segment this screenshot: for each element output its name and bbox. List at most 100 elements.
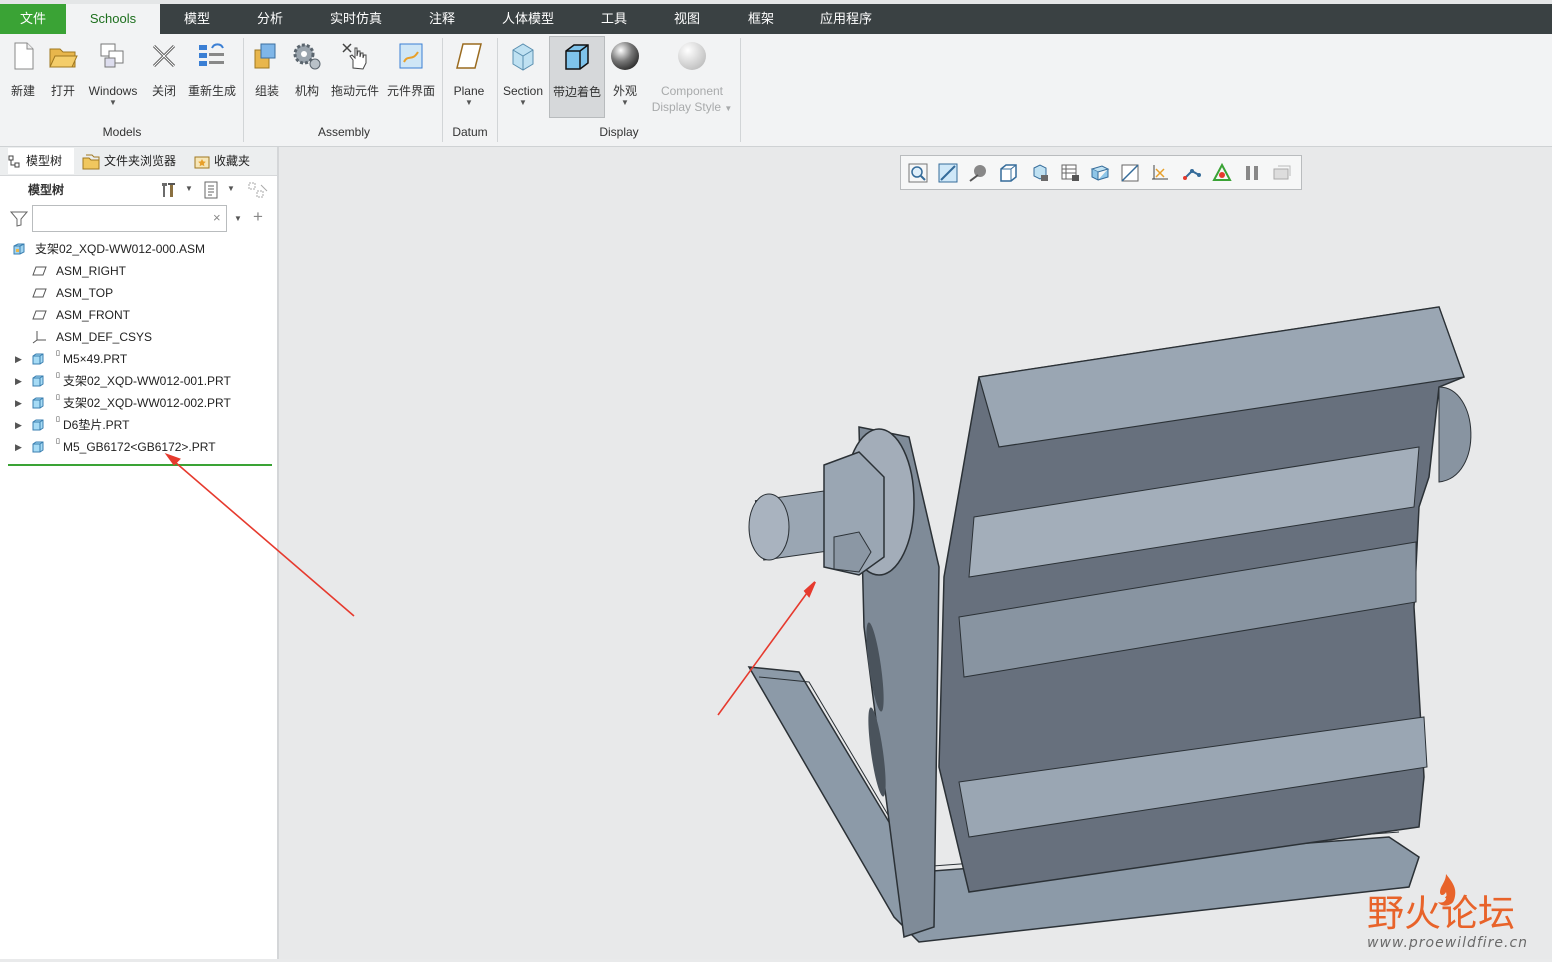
windows-icon [100,43,124,68]
placed-marker-icon: ▯ [56,350,60,357]
tree-item-label: ASM_TOP [56,286,114,300]
menu-simulate[interactable]: 实时仿真 [318,4,394,34]
new-file-icon [14,42,34,70]
menu-tools[interactable]: 工具 [586,4,642,34]
search-dropdown-icon[interactable]: ▼ [234,214,242,223]
zoom-in-icon[interactable] [938,163,958,183]
tab-model-tree[interactable]: 模型树 [8,148,74,174]
ribbon-separator [740,38,741,142]
menu-view[interactable]: 视图 [659,4,715,34]
expand-arrow-icon[interactable]: ▶ [15,414,22,436]
graphics-viewport[interactable]: 野火论坛 www.proewildfire.cn [279,147,1552,959]
saved-orientations-icon[interactable] [1030,163,1050,183]
part-icon [32,375,44,387]
render-triangle-icon[interactable] [1212,163,1232,183]
tab-favorites-label: 收藏夹 [214,154,251,168]
mechanism-gear-icon [293,43,321,70]
section-icon [512,43,534,71]
watermark-title-text: 野火论坛 [1367,892,1515,935]
section-label: Section [502,84,544,98]
tree-show-dropdown-icon[interactable]: ▼ [227,184,235,193]
regenerate-label: 重新生成 [187,84,236,98]
plane-dropdown-icon: ▼ [465,98,473,107]
component-interface-icon [399,43,423,69]
model-tree-icon [8,155,20,168]
expand-arrow-icon[interactable]: ▶ [15,370,22,392]
assemble-button[interactable]: 组装 [248,36,286,136]
add-filter-icon[interactable]: + [253,207,263,227]
component-display-style-button[interactable]: Component Display Style ▼ [648,36,736,136]
expand-arrow-icon[interactable]: ▶ [15,392,22,414]
tree-search-input[interactable] [32,205,227,232]
menu-framework[interactable]: 框架 [733,4,789,34]
menu-schools[interactable]: Schools [66,4,160,34]
mechanism-label: 机构 [294,84,319,98]
appearance-button[interactable]: 外观 ▼ [606,36,644,136]
pause-icon[interactable] [1242,163,1262,183]
expand-arrow-icon[interactable]: ▶ [15,348,22,370]
close-window-icon [152,44,176,68]
menu-annotate[interactable]: 注释 [414,4,470,34]
tree-show-icon[interactable] [203,181,219,199]
open-label: 打开 [50,84,75,98]
assembly-icon [13,243,25,255]
component-interface-button[interactable]: 元件界面 [384,36,438,136]
annotation-display-icon[interactable] [1182,163,1202,183]
open-button[interactable]: 打开 [44,36,82,136]
tab-model-tree-label: 模型树 [26,154,63,168]
repaint-icon[interactable] [998,163,1018,183]
clear-search-icon[interactable]: × [213,210,221,225]
tree-settings-dropdown-icon[interactable]: ▼ [185,184,193,193]
watermark-title: 野火论坛 [1367,894,1515,934]
menu-analysis[interactable]: 分析 [243,4,297,34]
datum-group-label: Datum [452,125,488,139]
expand-arrow-icon[interactable]: ▶ [15,436,22,458]
regenerate-icon [199,43,224,66]
filter-funnel-icon[interactable] [10,211,28,227]
tree-item-label: ASM_DEF_CSYS [56,330,153,344]
part-icon [32,441,44,453]
plane-button[interactable]: Plane ▼ [447,36,491,136]
component-style-sphere-icon [678,42,706,70]
ribbon-separator [442,38,443,142]
menu-model[interactable]: 模型 [170,4,224,34]
appearance-label: 外观 [612,84,637,98]
placed-marker-icon: ▯ [56,394,60,401]
section-view-icon[interactable] [1120,163,1140,183]
tab-folder-browser[interactable]: 文件夹浏览器 [82,148,186,174]
windows-button[interactable]: Windows ▼ [84,36,142,136]
drag-hand-icon [342,43,367,70]
favorites-icon [194,156,210,169]
assemble-label: 组装 [254,84,279,98]
spin-center-icon[interactable] [1272,163,1292,183]
new-button[interactable]: 新建 [4,36,42,136]
tree-filter-disabled-icon[interactable] [247,181,269,201]
component-label-line2: Display Style [651,100,722,114]
tab-favorites[interactable]: 收藏夹 [194,148,264,174]
tree-settings-icon[interactable] [159,181,179,199]
mechanism-button[interactable]: 机构 [288,36,326,136]
view-toolbar [900,155,1302,190]
bracket-assembly-model[interactable] [279,147,1552,959]
drag-components-button[interactable]: 拖动元件 [329,36,381,136]
csys-icon [32,331,46,344]
refit-zoom-icon[interactable] [908,163,928,183]
menu-file[interactable]: 文件 [0,4,66,34]
menu-manikin[interactable]: 人体模型 [490,4,566,34]
tree-header: 模型树 [28,183,65,197]
menu-apps[interactable]: 应用程序 [808,4,884,34]
section-dropdown-icon: ▼ [519,98,527,107]
close-button[interactable]: 关闭 [145,36,183,136]
view-manager-icon[interactable] [1060,163,1080,183]
tree-item-label: M5×49.PRT [63,352,128,366]
shaded-with-edges-button[interactable]: 带边着色 [549,36,605,118]
section-button[interactable]: Section ▼ [500,36,546,136]
zoom-out-icon[interactable] [968,163,988,183]
shaded-with-edges-label: 带边着色 [552,85,601,99]
datum-display-icon[interactable] [1150,163,1170,183]
tree-item-label: D6垫片.PRT [63,418,130,432]
watermark-url: www.proewildfire.cn [1367,935,1529,951]
regenerate-button[interactable]: 重新生成 [186,36,238,136]
perspective-view-icon[interactable] [1090,163,1110,183]
placed-marker-icon: ▯ [56,438,60,445]
